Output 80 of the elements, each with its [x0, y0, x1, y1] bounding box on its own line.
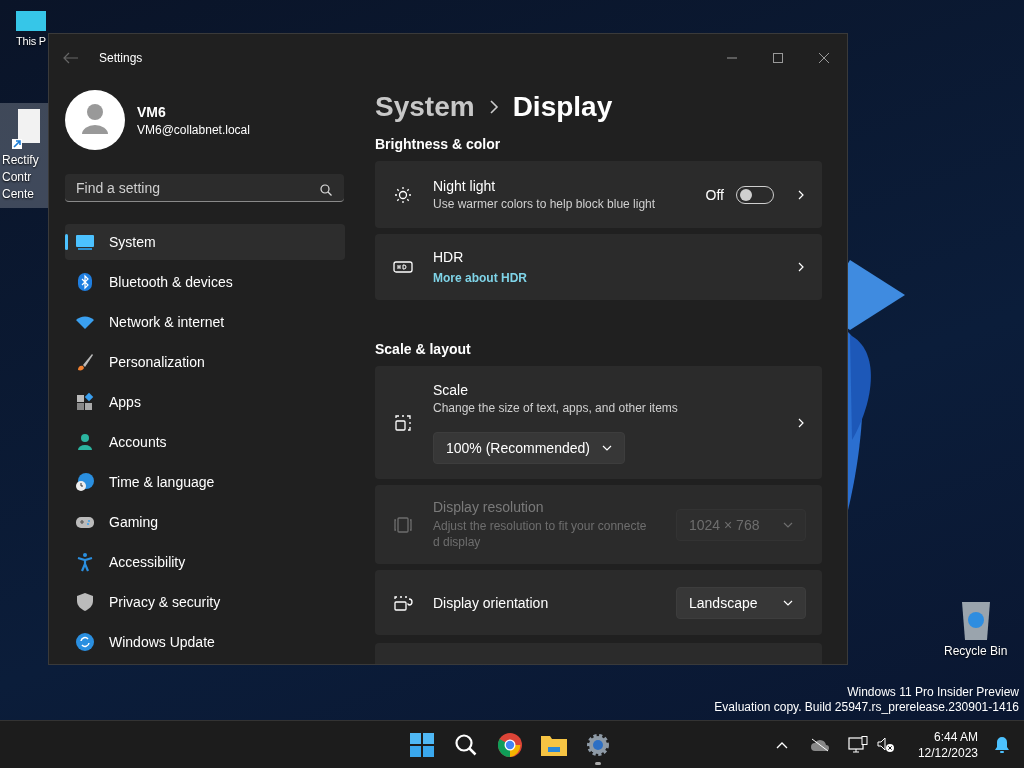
- window-title: Settings: [99, 51, 143, 65]
- browser-icon: [498, 733, 522, 757]
- search-field[interactable]: Find a setting: [65, 174, 344, 202]
- bluetooth-icon: [75, 272, 95, 292]
- settings-card[interactable]: Display orientation Landscape: [375, 570, 822, 635]
- section-heading: Brightness & color: [375, 136, 502, 152]
- nav-item[interactable]: Apps: [65, 384, 345, 420]
- search-icon: [320, 184, 332, 196]
- windows-logo-icon: [410, 733, 434, 757]
- close-icon: [819, 53, 829, 63]
- card-description: Use warmer colors to help block blue light: [433, 197, 657, 211]
- gear-icon: [586, 733, 610, 757]
- desktop-icon-label: Cente: [2, 187, 35, 202]
- nav-item[interactable]: Privacy & security: [65, 584, 345, 620]
- speaker-muted-icon[interactable]: [875, 736, 896, 754]
- card-description: Adjust the resolution to fit your connected display: [433, 518, 648, 550]
- section-heading: Scale & layout: [375, 341, 472, 357]
- toggle-state-label: Off: [705, 186, 724, 203]
- card-title: HDR: [433, 248, 465, 265]
- nav-item[interactable]: Accessibility: [65, 544, 345, 580]
- network-icon[interactable]: [847, 736, 868, 754]
- nav-item[interactable]: Time & language: [65, 464, 345, 500]
- desktop-icon-label: This P: [16, 34, 46, 49]
- desktop-icon-label: Recycle Bin: [944, 644, 1008, 659]
- maximize-icon: [773, 53, 783, 63]
- scale-icon: [393, 412, 413, 433]
- caret-icon: [601, 444, 612, 451]
- update-icon: [75, 632, 95, 652]
- monitor-icon: [75, 232, 95, 252]
- desktop-icon-label: Rectify: [2, 153, 39, 168]
- value-dropdown[interactable]: Landscape: [676, 586, 806, 619]
- nav-item[interactable]: Windows Update: [65, 624, 345, 660]
- cloud-off-icon[interactable]: [809, 738, 830, 752]
- build-info-text: Windows 11 Pro Insider Preview: [847, 685, 1019, 700]
- shield-icon: [75, 592, 95, 612]
- card-title: Night light: [433, 178, 497, 194]
- breadcrumb-item[interactable]: System: [375, 91, 475, 123]
- settings-card[interactable]: Scale Change the size of text, apps, and other items 100% (Recommended): [375, 366, 822, 479]
- chevron-icon: [488, 100, 499, 114]
- nav-item[interactable]: Gaming: [65, 504, 345, 540]
- nav-item[interactable]: Network & internet: [65, 304, 345, 340]
- desktop-icon-label: Contr: [2, 170, 32, 185]
- resolution-icon: [393, 514, 413, 535]
- bell-icon[interactable]: [994, 736, 1010, 754]
- card-title: Display orientation: [433, 594, 550, 611]
- chevron-up-icon[interactable]: [775, 741, 788, 749]
- search-icon: [454, 733, 478, 757]
- scale-dropdown[interactable]: 100% (Recommended): [433, 431, 625, 464]
- caret-icon: [783, 599, 793, 606]
- chevron-icon: [796, 189, 806, 200]
- brush-icon: [75, 352, 95, 372]
- nav-item[interactable]: Bluetooth & devices: [65, 264, 345, 300]
- build-info-text: Evaluation copy. Build 25947.rs_prerelease.230901-1416: [714, 700, 1019, 715]
- nav-item[interactable]: System: [65, 224, 345, 260]
- learn-more-link[interactable]: More about HDR: [433, 270, 527, 285]
- apps-icon: [75, 392, 95, 412]
- brightness-icon: [393, 184, 413, 205]
- settings-card[interactable]: Night light Use warmer colors to help block blue light Off: [375, 161, 822, 228]
- folder-icon: [541, 734, 567, 756]
- chevron-icon: [796, 417, 806, 428]
- account-name: VM6: [137, 103, 167, 120]
- nav-item[interactable]: Personalization: [65, 344, 345, 380]
- caret-icon: [783, 521, 793, 528]
- monitor-icon[interactable]: [16, 11, 46, 32]
- back-arrow-icon[interactable]: [63, 52, 79, 64]
- globe-clock-icon: [75, 472, 95, 492]
- person-icon: [75, 432, 95, 452]
- avatar: [65, 90, 125, 150]
- minimize-icon: [727, 57, 737, 59]
- settings-card[interactable]: HDR More about HDR: [375, 234, 822, 300]
- account-email: VM6@collabnet.local: [137, 122, 250, 137]
- card-title: Display resolution: [433, 499, 545, 515]
- chevron-icon: [796, 262, 806, 272]
- desktop-icon-highlight[interactable]: Rectify Contr Cente: [0, 103, 48, 208]
- clock[interactable]: 6:44 AM 12/12/2023: [917, 729, 978, 761]
- nav-item[interactable]: Accounts: [65, 424, 345, 460]
- card-title: Scale: [433, 381, 470, 398]
- breadcrumb-item: Display: [512, 91, 613, 123]
- card-description: Change the size of text, apps, and other items: [433, 400, 679, 415]
- accessibility-icon: [75, 552, 95, 572]
